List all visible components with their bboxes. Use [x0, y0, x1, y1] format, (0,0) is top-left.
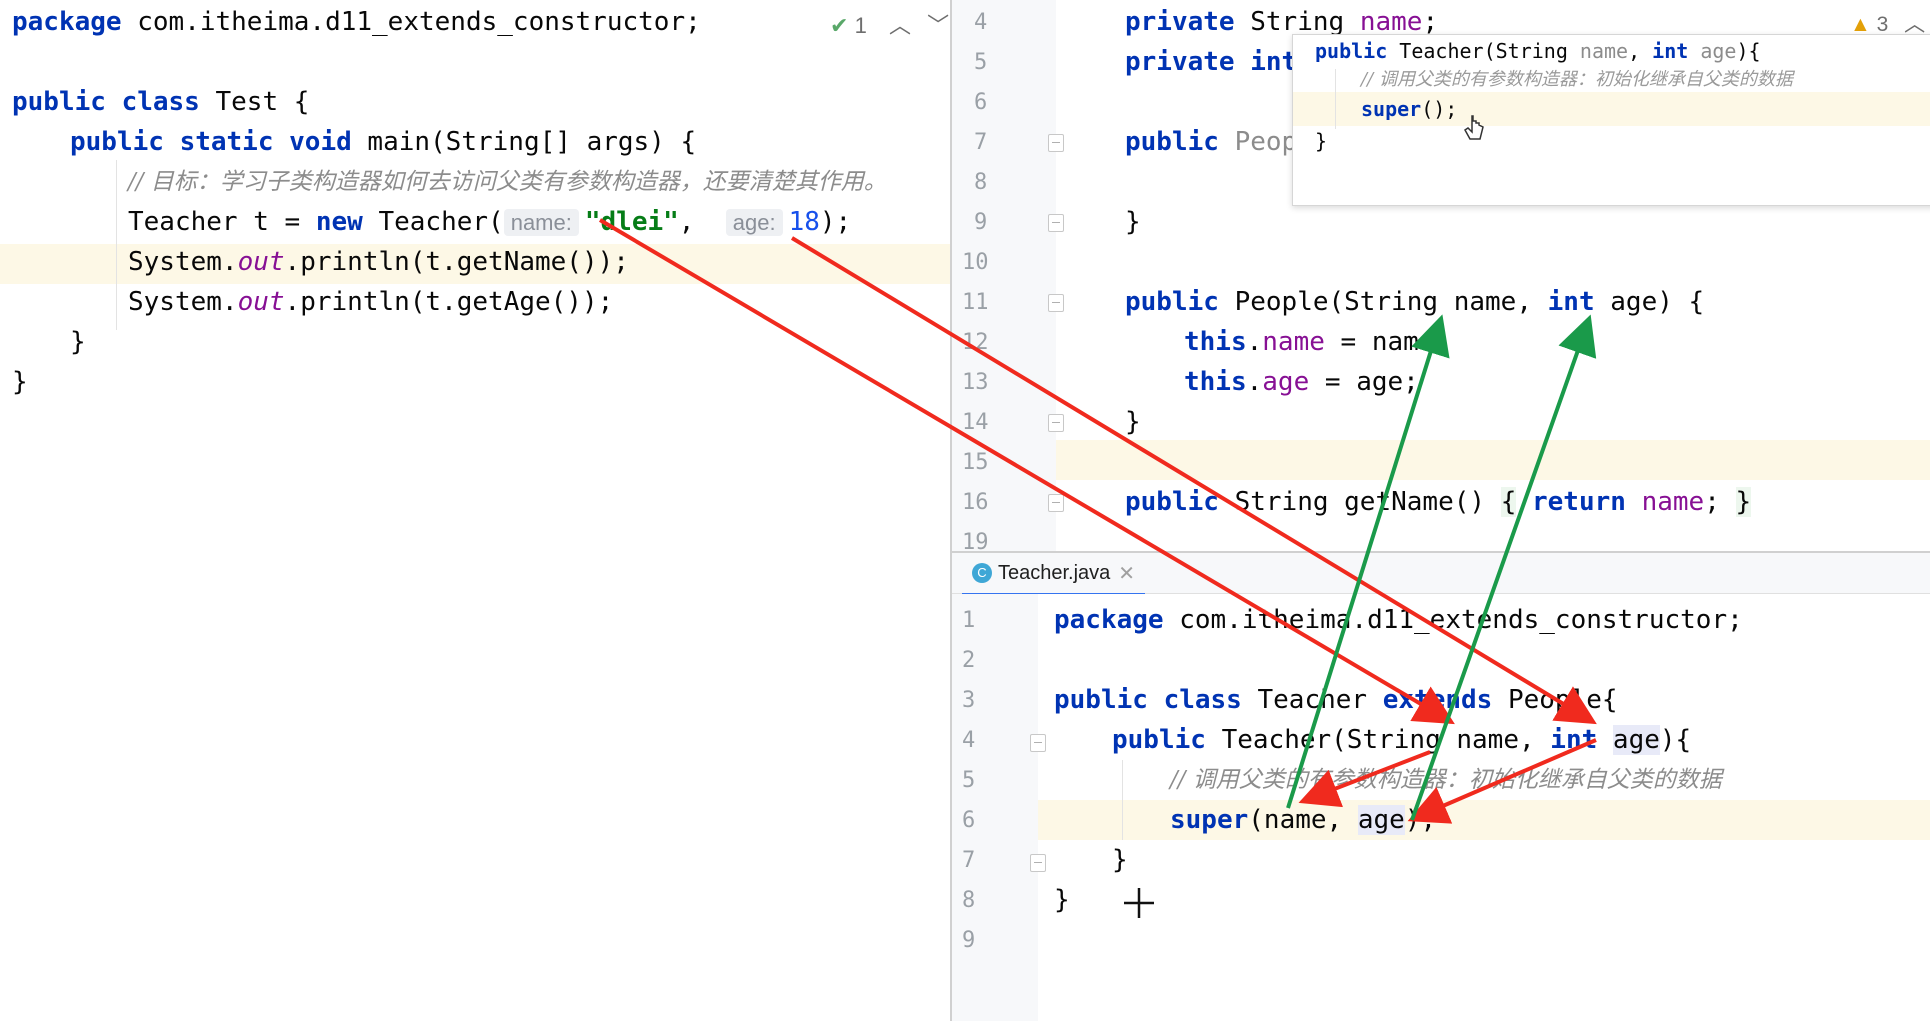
- code-line[interactable]: }: [1054, 880, 1070, 920]
- comment-line: // 目标：学习子类构造器如何去访问父类有参数构造器，还要清楚其作用。: [128, 169, 887, 195]
- chevron-up-icon[interactable]: ︿: [889, 13, 911, 38]
- code-line[interactable]: }: [12, 362, 28, 402]
- param-hint-name: name:: [503, 209, 579, 236]
- line-number: 12: [962, 330, 989, 355]
- code-line[interactable]: public People(String name, int age) {: [1125, 282, 1704, 322]
- fold-marker[interactable]: [1030, 854, 1046, 872]
- teacher-tab-bar: C Teacher.java ✕: [952, 553, 1930, 596]
- code-line[interactable]: this.name = name;: [1184, 322, 1450, 362]
- popup-line-1: public Teacher(String name, int age){: [1315, 39, 1761, 63]
- fold-marker[interactable]: [1030, 734, 1046, 752]
- fold-marker[interactable]: [1048, 414, 1064, 432]
- fold-marker[interactable]: [1048, 134, 1064, 152]
- code-line[interactable]: private int: [1125, 42, 1297, 82]
- check-icon: ✔: [830, 13, 849, 38]
- popup-comment: // 调用父类的有参数构造器：初始化继承自父类的数据: [1361, 69, 1793, 90]
- line-number: 14: [962, 410, 989, 435]
- fold-marker[interactable]: [1048, 294, 1064, 312]
- class-file-icon: C: [972, 563, 992, 583]
- line-number: 13: [962, 370, 989, 395]
- code-line[interactable]: public Peopl: [1125, 122, 1313, 162]
- number-literal: 18: [788, 207, 820, 237]
- line-number: 1: [962, 608, 976, 633]
- comment-line: // 调用父类的有参数构造器：初始化继承自父类的数据: [1170, 767, 1722, 793]
- code-line[interactable]: public class Teacher extends People{: [1054, 680, 1618, 720]
- line-number: 5: [974, 50, 988, 75]
- people-editor-pane[interactable]: 4 5 6 7 8 9 10 11 12 13 14 15 16 19 priv…: [952, 0, 1930, 551]
- code-line[interactable]: public Teacher(String name, int age){: [1112, 720, 1691, 760]
- string-literal: "dlei": [584, 207, 679, 237]
- code-line[interactable]: public static void main(String[] args) {: [70, 122, 696, 162]
- popup-line-3: super();: [1361, 97, 1458, 121]
- indent-guide: [116, 160, 117, 330]
- line-number: 8: [962, 888, 976, 913]
- warning-count: 3: [1876, 13, 1889, 36]
- check-count: 1: [854, 13, 867, 38]
- close-icon[interactable]: ✕: [1118, 561, 1135, 586]
- test-editor-pane[interactable]: ✔ 1 ︿ ﹀ package com.itheima.d11_extends_…: [0, 0, 950, 1021]
- indent-guide: [1335, 69, 1336, 129]
- line-number: 5: [962, 768, 976, 793]
- fold-marker[interactable]: [1048, 214, 1064, 232]
- line-number: 6: [974, 90, 988, 115]
- line-number: 10: [962, 250, 989, 275]
- line-number: 7: [962, 848, 976, 873]
- line-number: 4: [974, 10, 988, 35]
- line-number: 9: [974, 210, 988, 235]
- code-line[interactable]: super(name, age);: [1170, 800, 1436, 840]
- tab-teacher-java[interactable]: C Teacher.java ✕: [962, 553, 1146, 596]
- warning-icon: ▲: [1850, 13, 1871, 36]
- code-line[interactable]: }: [1125, 202, 1141, 242]
- teacher-editor-pane[interactable]: 1 2 3 4 5 6 7 8 9 package com.itheima.d1…: [952, 594, 1930, 1021]
- line-number: 8: [974, 170, 988, 195]
- code-line[interactable]: }: [70, 322, 86, 362]
- line-number: 9: [962, 928, 976, 953]
- current-line-highlight: [1056, 440, 1930, 480]
- line-number: 19: [962, 530, 989, 551]
- fold-marker[interactable]: [1048, 494, 1064, 512]
- line-number: 4: [962, 728, 976, 753]
- popup-line-4: }: [1315, 129, 1328, 153]
- tab-label: Teacher.java: [998, 561, 1111, 584]
- param-hint-age: age:: [725, 209, 783, 236]
- code-line[interactable]: System.out.println(t.getAge());: [128, 282, 613, 322]
- line-number: 11: [962, 290, 989, 315]
- inspection-widget[interactable]: ✔ 1 ︿ ﹀: [830, 8, 949, 40]
- quick-definition-popup[interactable]: public Teacher(String name, int age){ //…: [1292, 34, 1930, 206]
- line-number: 2: [962, 648, 976, 673]
- line-number: 16: [962, 490, 989, 515]
- chevron-down-icon[interactable]: ﹀: [927, 13, 949, 38]
- line-number: 15: [962, 450, 989, 475]
- code-line[interactable]: System.out.println(t.getName());: [128, 242, 629, 282]
- code-line[interactable]: public String getName() { return name; }: [1125, 482, 1752, 522]
- line-number: 3: [962, 688, 976, 713]
- code-line[interactable]: }: [1125, 402, 1141, 442]
- indent-guide: [1122, 760, 1123, 840]
- code-line[interactable]: this.age = age;: [1184, 362, 1419, 402]
- code-line[interactable]: package com.itheima.d11_extends_construc…: [1054, 600, 1743, 640]
- line-number: 7: [974, 130, 988, 155]
- code-line[interactable]: Teacher t = new Teacher(name: "dlei", age…: [128, 202, 851, 243]
- line-number: 6: [962, 808, 976, 833]
- code-line[interactable]: public class Test {: [12, 82, 309, 122]
- code-line[interactable]: package com.itheima.d11_extends_construc…: [12, 2, 701, 42]
- code-line[interactable]: }: [1112, 840, 1128, 880]
- chevron-up-icon[interactable]: ︿: [1904, 13, 1925, 36]
